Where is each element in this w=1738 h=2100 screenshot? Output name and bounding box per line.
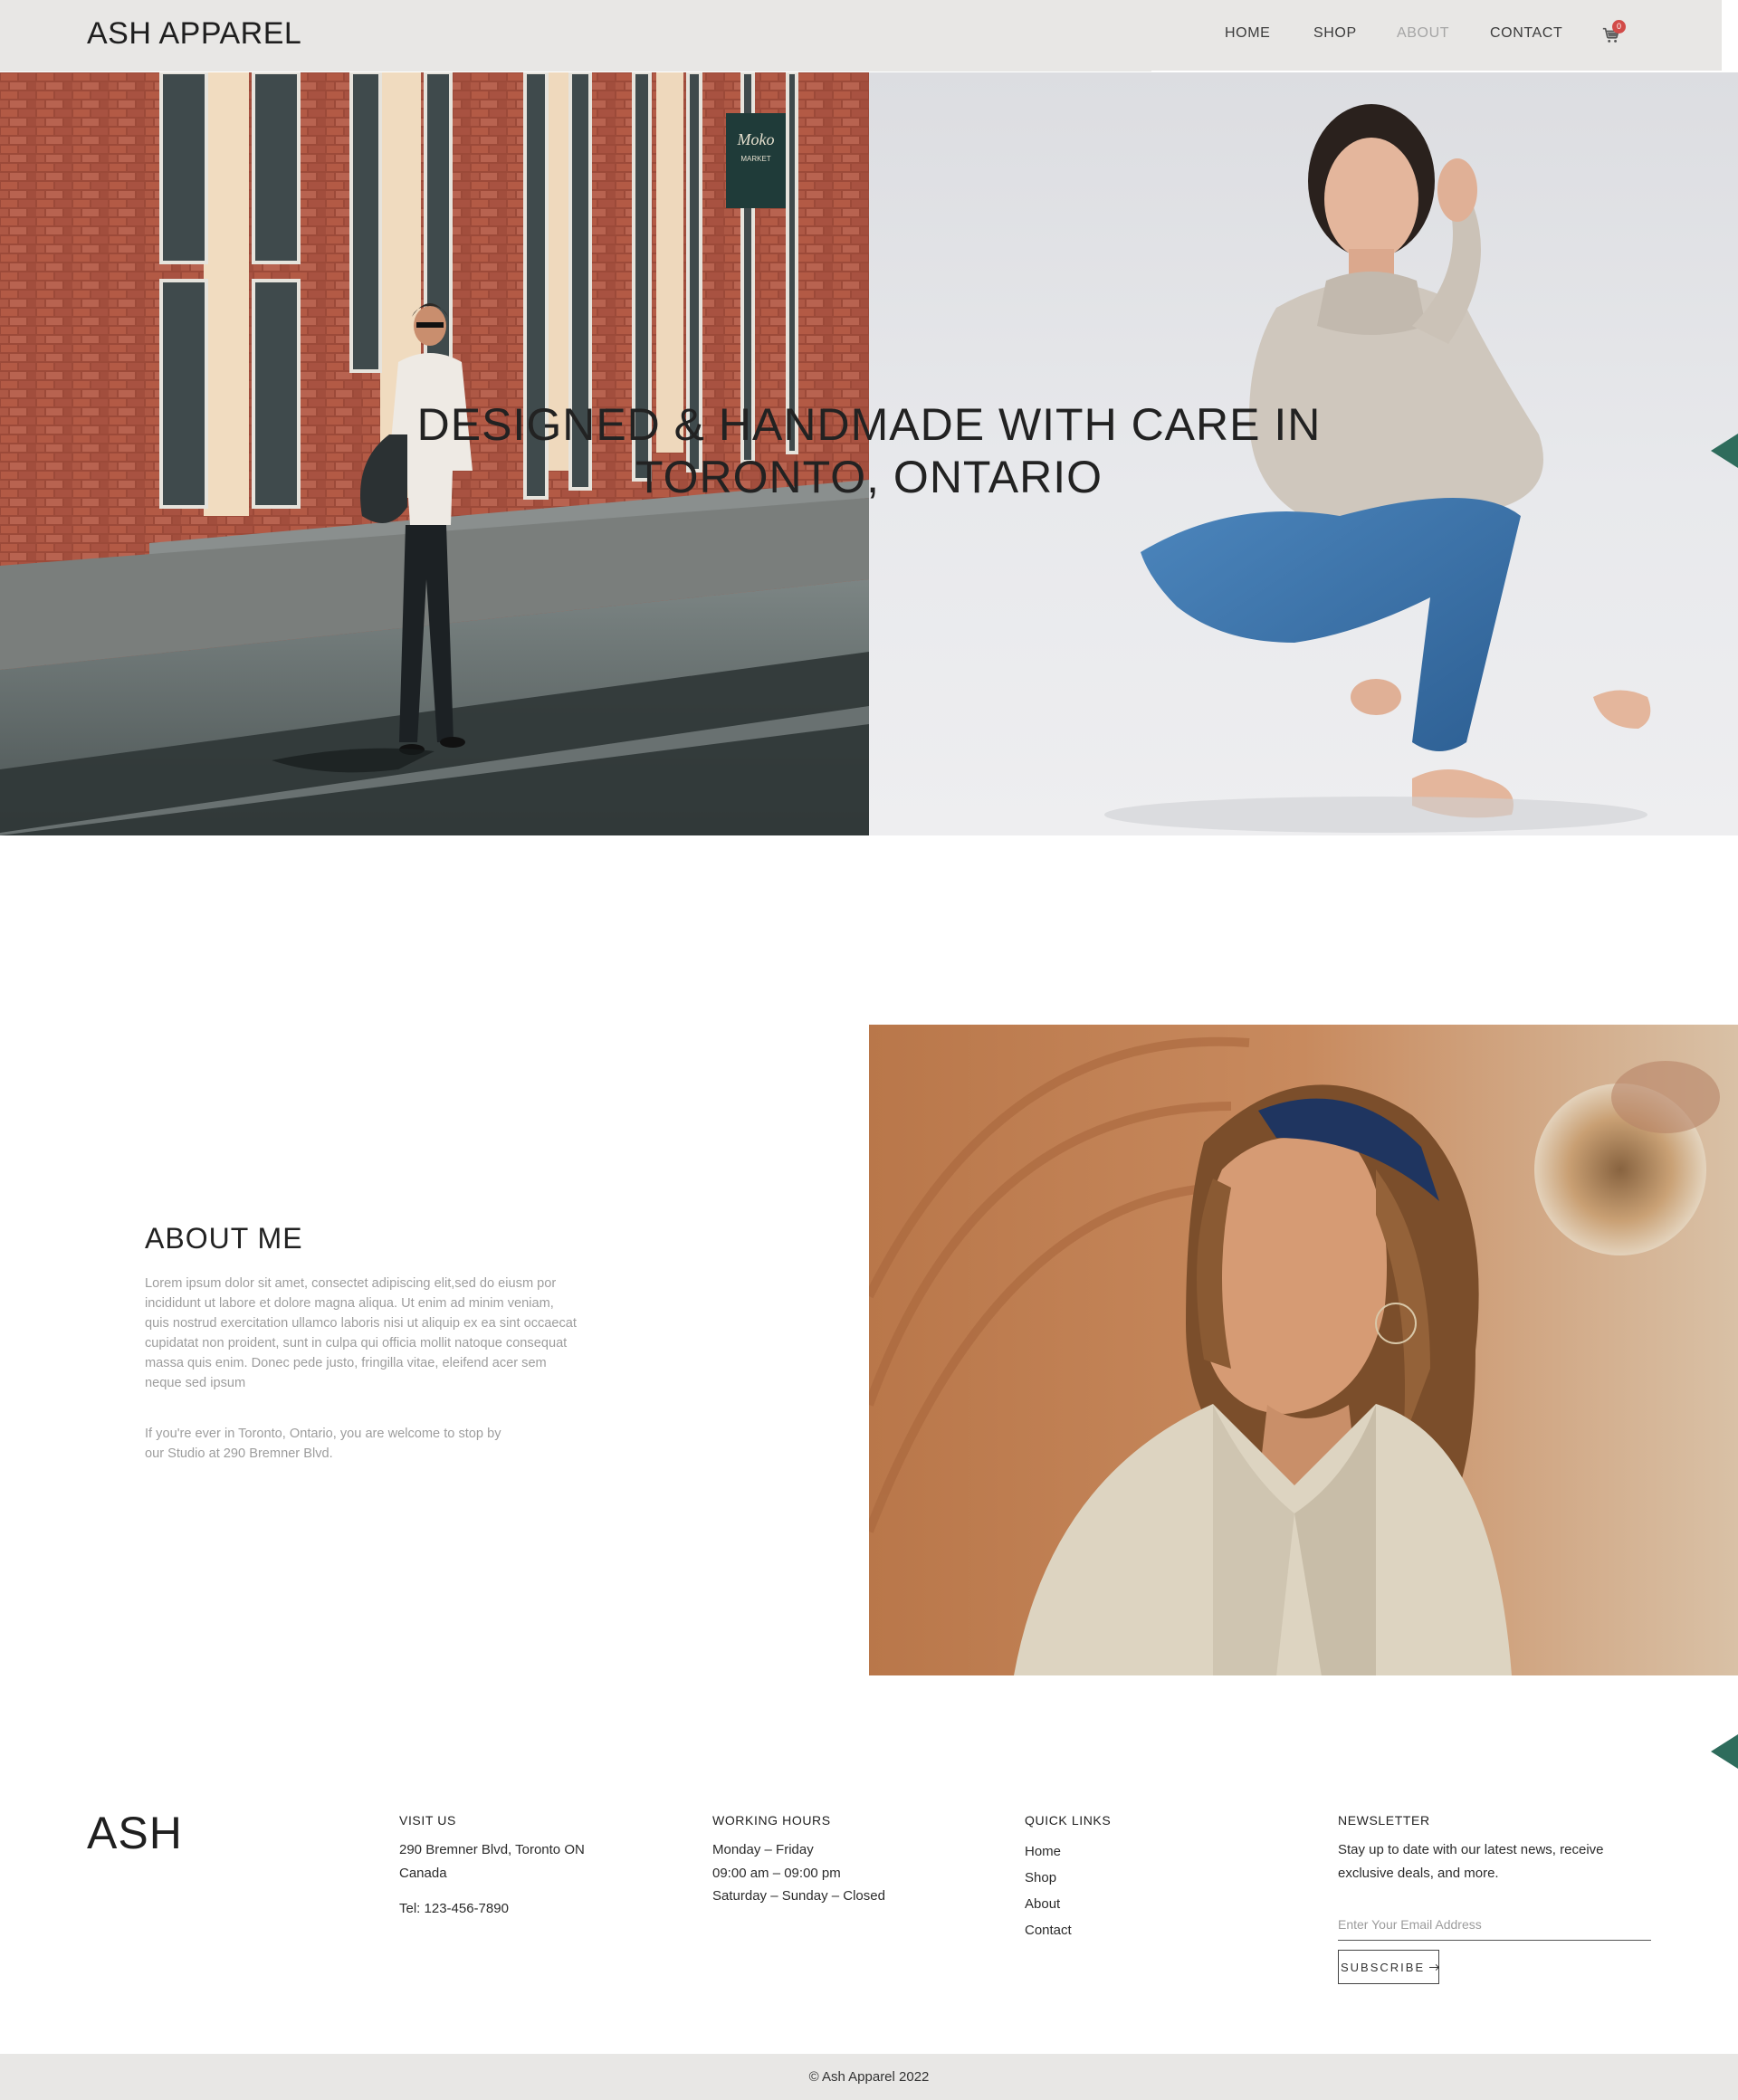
svg-text:Moko: Moko [737, 130, 775, 148]
copyright-bar: © Ash Apparel 2022 [0, 2054, 1738, 2100]
footer-visit-us: VISIT US 290 Bremner Blvd, Toronto ON Ca… [399, 1813, 585, 1921]
links-heading: QUICK LINKS [1025, 1813, 1112, 1828]
address-line-1: 290 Bremner Blvd, Toronto ON [399, 1842, 585, 1857]
email-input[interactable] [1338, 1908, 1651, 1942]
newsletter-heading: NEWSLETTER [1338, 1813, 1430, 1828]
nav-shop[interactable]: SHOP [1313, 25, 1357, 42]
footer-link-home[interactable]: Home [1025, 1838, 1111, 1865]
footer-quick-links: QUICK LINKS Home Shop About Contact [1025, 1813, 1111, 1943]
hero-title-line2: TORONTO, ONTARIO [635, 452, 1103, 502]
nav-home[interactable]: HOME [1225, 25, 1270, 42]
subscribe-button[interactable]: SUBSCRIBE [1338, 1950, 1439, 1985]
hero-section: Moko MARKET DESIGNED & HANDMADE WITH CAR… [0, 72, 1738, 835]
phone-number: Tel: 123-456-7890 [399, 1901, 509, 1917]
about-image [869, 1025, 1738, 1675]
footer-link-contact[interactable]: Contact [1025, 1917, 1111, 1943]
hero-title-line1: DESIGNED & HANDMADE WITH CARE IN [416, 399, 1322, 450]
arrow-right-icon [1429, 1966, 1438, 1968]
visit-heading: VISIT US [399, 1813, 456, 1828]
newsletter-text: Stay up to date with our latest news, re… [1338, 1842, 1604, 1881]
hours-heading: WORKING HOURS [712, 1813, 831, 1828]
hero-title: DESIGNED & HANDMADE WITH CARE IN TORONTO… [0, 398, 1738, 503]
main-nav: HOME SHOP ABOUT CONTACT [0, 25, 1722, 47]
footer-link-shop[interactable]: Shop [1025, 1865, 1111, 1891]
footer-link-about[interactable]: About [1025, 1891, 1111, 1917]
svg-text:MARKET: MARKET [740, 155, 770, 163]
subscribe-label: SUBSCRIBE [1341, 1960, 1426, 1974]
scroll-arrow-icon[interactable] [1711, 434, 1738, 468]
site-header: ASH APPAREL HOME SHOP ABOUT CONTACT 0 [0, 0, 1722, 72]
hours-line-2: 09:00 am – 09:00 pm [712, 1865, 841, 1881]
hours-line-1: Monday – Friday [712, 1842, 814, 1857]
hours-line-3: Saturday – Sunday – Closed [712, 1888, 885, 1904]
about-title: ABOUT ME [145, 1222, 303, 1255]
woman-portrait-photo [869, 1025, 1738, 1675]
nav-contact[interactable]: CONTACT [1490, 25, 1562, 42]
about-paragraph: Lorem ipsum dolor sit amet, consectet ad… [145, 1276, 577, 1390]
scroll-arrow-icon-2[interactable] [1711, 1734, 1738, 1769]
cart-count-badge: 0 [1612, 20, 1626, 33]
footer-working-hours: WORKING HOURS Monday – Friday 09:00 am –… [712, 1813, 885, 1908]
address-line-2: Canada [399, 1865, 447, 1881]
nav-about[interactable]: ABOUT [1397, 25, 1449, 42]
footer-logo[interactable]: ASH [87, 1807, 183, 1859]
footer-newsletter: NEWSLETTER Stay up to date with our late… [1338, 1813, 1651, 1985]
about-visit-paragraph: If you're ever in Toronto, Ontario, you … [145, 1427, 501, 1461]
